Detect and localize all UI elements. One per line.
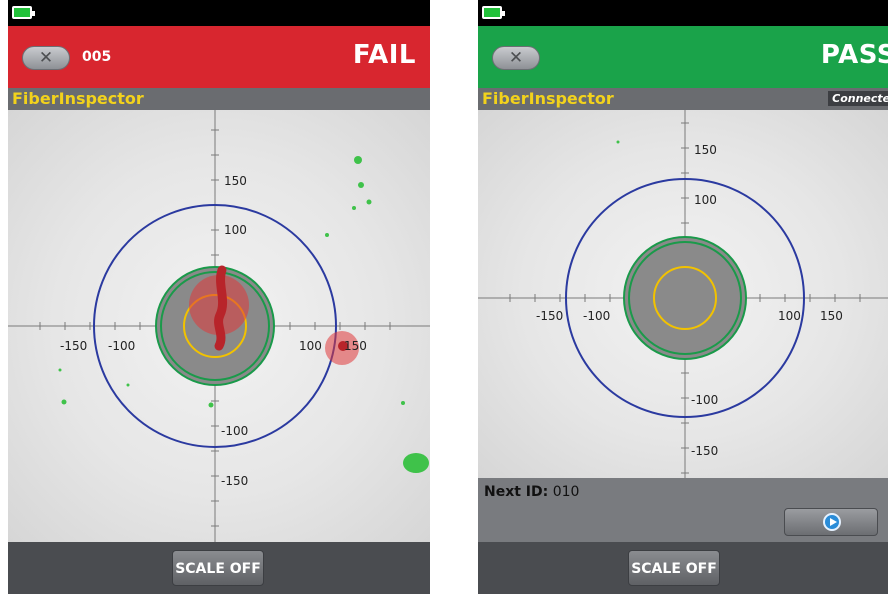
y-tick-label: -150 — [691, 444, 718, 458]
y-tick-label: 150 — [694, 143, 717, 157]
result-label: PASS — [820, 40, 888, 70]
app-title: FiberInspector — [482, 89, 614, 108]
right-device-screen: ✕ PASS FiberInspector Connected — [478, 0, 888, 594]
scratch-defect — [214, 265, 228, 351]
fiber-endface-view: 150 100 -100 -150 -150 -100 100 150 — [8, 110, 430, 542]
fiber-endface-view: 150 100 -100 -150 -150 -100 100 150 — [478, 110, 888, 478]
result-header: ✕ 005 FAIL — [8, 26, 430, 88]
result-label: FAIL — [352, 40, 416, 70]
cladding-zone-circle — [623, 236, 747, 360]
x-tick-label: 150 — [344, 339, 367, 353]
x-tick-label: -150 — [536, 309, 563, 323]
scale-toggle-button[interactable]: SCALE OFF — [172, 550, 264, 586]
scale-toggle-button[interactable]: SCALE OFF — [628, 550, 720, 586]
play-icon — [823, 513, 841, 531]
y-tick-label: -100 — [691, 393, 718, 407]
connection-status: Connected — [828, 91, 888, 106]
y-tick-label: -150 — [221, 474, 248, 488]
close-icon: ✕ — [508, 48, 524, 68]
run-test-button[interactable] — [784, 508, 878, 536]
x-tick-label: -100 — [108, 339, 135, 353]
status-bar — [478, 0, 888, 26]
battery-icon — [482, 6, 505, 19]
battery-icon — [12, 6, 35, 19]
y-tick-label: -100 — [221, 424, 248, 438]
next-id-label: Next ID: — [484, 484, 549, 500]
y-tick-label: 100 — [224, 223, 247, 237]
app-bar: FiberInspector Connected — [478, 88, 888, 110]
next-id-panel: Next ID: 010 — [478, 478, 888, 542]
next-id: Next ID: 010 — [484, 484, 579, 500]
x-tick-label: -150 — [60, 339, 87, 353]
x-tick-label: 100 — [778, 309, 801, 323]
left-device-screen: ✕ 005 FAIL FiberInspector 150 100 -100 -… — [8, 0, 430, 594]
x-tick-label: 150 — [820, 309, 843, 323]
x-tick-label: -100 — [583, 309, 610, 323]
test-id: 005 — [82, 49, 112, 65]
y-tick-label: 100 — [694, 193, 717, 207]
y-tick-label: 150 — [224, 174, 247, 188]
fiber-endface-image: 150 100 -100 -150 -150 -100 100 150 — [478, 110, 888, 478]
fiber-endface-image: 150 100 -100 -150 -150 -100 100 150 — [8, 110, 430, 542]
result-header: ✕ PASS — [478, 26, 888, 88]
back-button[interactable]: ✕ — [492, 46, 540, 70]
x-tick-label: 100 — [299, 339, 322, 353]
bottom-toolbar: SCALE OFF — [8, 542, 430, 594]
status-bar — [8, 0, 430, 26]
bottom-toolbar: SCALE OFF — [478, 542, 888, 594]
close-icon: ✕ — [38, 48, 54, 68]
particles — [616, 140, 620, 144]
back-button[interactable]: ✕ — [22, 46, 70, 70]
next-id-value: 010 — [552, 484, 580, 500]
app-title: FiberInspector — [12, 89, 144, 108]
app-bar: FiberInspector — [8, 88, 430, 110]
